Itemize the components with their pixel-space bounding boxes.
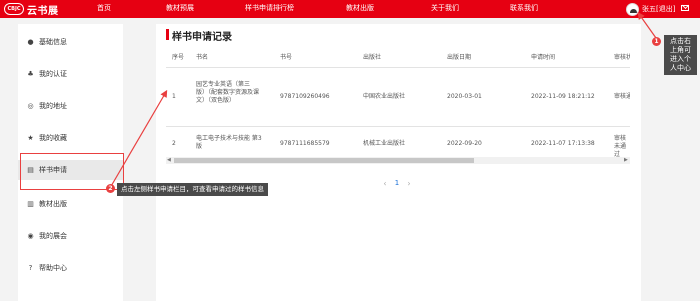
annotation-tooltip-2: 点击左侧样书申请栏目，可查看申请过的样书信息 [117, 183, 268, 196]
help-icon: ? [28, 263, 33, 272]
column-header-status: 审核状态 [614, 54, 630, 61]
sidebar-item-publishing[interactable]: ▥ 教材出版 [18, 194, 123, 214]
sidebar-item-address[interactable]: ◎ 我的地址 [18, 96, 123, 116]
badge-icon: ♣ [27, 69, 34, 78]
cell-publisher: 中国农业出版社 [363, 93, 406, 100]
divider [166, 67, 630, 68]
page-number[interactable]: 1 [390, 179, 404, 187]
cell-index: 2 [172, 140, 176, 147]
user-icon: ● [27, 37, 34, 46]
cell-book-title[interactable]: 电工电子技术与技能 第3版 [196, 135, 266, 151]
cell-index: 1 [172, 93, 176, 100]
scroll-left-icon[interactable]: ◀ [167, 158, 172, 163]
nav-sample-ranking[interactable]: 样书申请排行榜 [245, 3, 294, 13]
mail-icon[interactable] [681, 5, 689, 11]
cell-status: 审核通过 [614, 93, 630, 100]
cell-book-title[interactable]: 园艺专业英语（第三版）（配套数字资源及课文）（双色版） [196, 81, 262, 105]
column-header-title: 书名 [196, 54, 209, 61]
user-name-logout[interactable]: 张五[退出] [642, 4, 675, 14]
globe-icon: ◉ [27, 231, 34, 240]
sidebar-item-exhibitions[interactable]: ◉ 我的展会 [18, 226, 123, 246]
sidebar-item-label: 我的地址 [39, 102, 67, 110]
sidebar-item-certification[interactable]: ♣ 我的认证 [18, 64, 123, 84]
cell-apply-time: 2022-11-09 18:21:12 [531, 93, 595, 100]
sidebar-item-label: 我的收藏 [39, 134, 67, 142]
nav-home[interactable]: 首页 [97, 3, 111, 13]
scroll-right-icon[interactable]: ▶ [624, 158, 629, 163]
location-pin-icon: ◎ [27, 101, 34, 110]
sidebar-item-basic-info[interactable]: ● 基础信息 [18, 32, 123, 52]
column-header-pub-date: 出版日期 [447, 54, 472, 61]
cell-isbn: 9787111685579 [280, 140, 330, 147]
annotation-tooltip-1: 点击右上角可进入个人中心 [664, 35, 697, 75]
cell-publisher: 机械工业出版社 [363, 140, 406, 147]
annotation-badge-1: 1 [652, 37, 661, 46]
cell-pub-date: 2022-09-20 [447, 140, 482, 147]
avatar[interactable] [626, 2, 639, 16]
nav-textbook-preview[interactable]: 教材预展 [166, 3, 194, 13]
cell-status: 审核未通过 [614, 135, 627, 158]
column-header-publisher: 出版社 [363, 54, 382, 61]
nav-about-us[interactable]: 关于我们 [431, 3, 459, 13]
nav-contact-us[interactable]: 联系我们 [510, 3, 538, 13]
annotation-badge-2: 2 [106, 184, 115, 193]
page-title: 样书申请记录 [172, 32, 232, 43]
sidebar-item-label: 我的认证 [39, 70, 67, 78]
user-menu[interactable]: 张五[退出] [626, 1, 675, 17]
logo-badge: CBJC [4, 3, 24, 15]
scroll-thumb[interactable] [174, 158, 474, 163]
pagination: ‹ 1 › [380, 178, 414, 188]
sidebar-item-label: 基础信息 [39, 38, 67, 46]
sidebar-item-label: 教材出版 [39, 200, 67, 208]
sidebar-item-help[interactable]: ? 帮助中心 [18, 258, 123, 278]
divider [166, 126, 630, 127]
logo-text: 云书展 [27, 5, 59, 17]
nav-textbook-publishing[interactable]: 教材出版 [346, 3, 374, 13]
sample-request-table: 序号 书名 书号 出版社 出版日期 申请时间 审核状态 1 园艺专业英语（第三版… [166, 45, 630, 165]
prev-page-button[interactable]: ‹ [380, 179, 390, 188]
sidebar-item-label: 我的展会 [39, 232, 67, 240]
sidebar-item-label: 帮助中心 [39, 264, 67, 272]
column-header-apply-time: 申请时间 [531, 54, 556, 61]
column-header-isbn: 书号 [280, 54, 293, 61]
next-page-button[interactable]: › [404, 179, 414, 188]
cell-pub-date: 2020-03-01 [447, 93, 482, 100]
horizontal-scrollbar[interactable]: ◀ ▶ [166, 157, 630, 164]
cell-isbn: 9787109260496 [280, 93, 330, 100]
cell-apply-time: 2022-11-07 17:13:38 [531, 140, 595, 147]
title-accent-bar [166, 29, 169, 40]
column-header-index: 序号 [172, 54, 185, 61]
book-icon: ▥ [27, 199, 34, 208]
star-icon: ★ [27, 133, 34, 142]
site-logo[interactable]: CBJC 云书展 [4, 2, 59, 17]
sidebar-item-favorites[interactable]: ★ 我的收藏 [18, 128, 123, 148]
